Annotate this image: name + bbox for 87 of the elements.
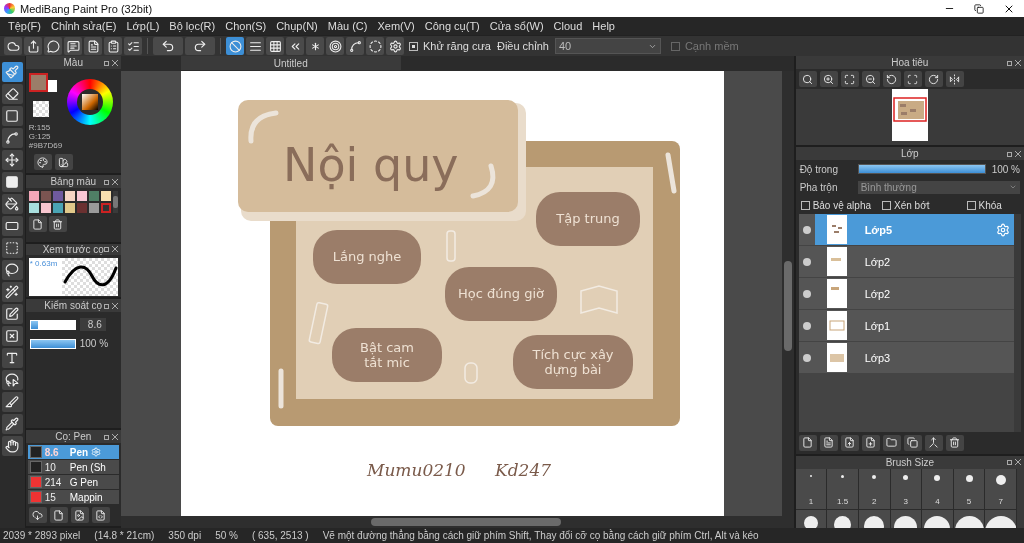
checkbox-label: Cạnh mềm (684, 40, 739, 52)
checkbox-label: Khóa (978, 199, 1002, 211)
status-text: 2039 * 2893 pixel (3, 530, 81, 541)
brush-name: Mappin (69, 491, 103, 503)
note-text: Bật cam tắt mic (359, 339, 414, 370)
brush-size-option[interactable]: 1 (795, 468, 827, 509)
status-text: ( 635, 2513 ) (251, 530, 309, 541)
menu-item[interactable]: Chụp(N) (271, 20, 323, 32)
menu-item[interactable]: Cloud (548, 20, 588, 32)
panel-title: Lớp (900, 148, 919, 160)
signature-text: Kd247 (494, 460, 551, 480)
brush-size: 214 (44, 476, 63, 488)
layer-row[interactable]: Lớp3 (798, 342, 1014, 374)
note-text: Tập trung (556, 211, 620, 226)
size-label: 4 (935, 496, 940, 506)
checkbox-label: Bảo vệ alpha (812, 199, 872, 211)
brush-name: G Pen (69, 476, 99, 488)
brush-list-item[interactable]: 214 G Pen (27, 475, 119, 490)
menu-item[interactable]: Help (587, 20, 620, 32)
panel-title: Hoa tiêu (891, 57, 929, 68)
layer-name: Lớp3 (864, 351, 892, 364)
brush-name: Pen (Sh (69, 461, 106, 473)
opacity-value: 100 % (991, 163, 1020, 175)
color-hex: #9B7D69 (28, 141, 63, 150)
menu-item[interactable]: Chỉnh sửa(E) (46, 20, 122, 32)
brush-list-item[interactable]: 10 Pen (Sh (27, 460, 119, 475)
layer-name: Lớp2 (864, 255, 892, 268)
panel-title: Cọ: Pen (55, 431, 92, 443)
opacity-value: 100 % (79, 338, 109, 350)
brush-size-option[interactable]: 3 (890, 468, 922, 509)
panel-title: Kiểm soát cọ (44, 300, 103, 312)
size-label: 1.5 (837, 496, 849, 506)
brush-size: 15 (44, 491, 57, 503)
correction-dropdown[interactable]: 40 (554, 38, 661, 54)
field-label: Pha trộn (799, 181, 839, 193)
brush-size-option[interactable]: 4 (922, 468, 953, 509)
layer-row[interactable]: Lớp2 (798, 246, 1014, 278)
brush-list-item[interactable]: 15 Mappin (27, 490, 119, 504)
checkbox-label: Khử răng cưa (423, 40, 491, 52)
brush-size: 10 (44, 461, 57, 473)
brush-size-option[interactable]: 1.5 (827, 468, 858, 509)
size-label: 2 (871, 496, 877, 506)
status-text: 350 dpi (168, 530, 202, 541)
size-label: 5 (966, 496, 972, 506)
menu-item[interactable]: Tệp(F) (3, 20, 46, 32)
layer-name: Lớp5 (864, 223, 894, 236)
field-label: Điều chỉnh (496, 40, 549, 52)
brush-size-option[interactable]: 2 (858, 468, 890, 509)
blend-mode-dropdown[interactable]: Bình thường (857, 180, 1020, 194)
layer-name: Lớp2 (864, 287, 892, 300)
field-label: Độ trong (799, 163, 839, 175)
panel-title: Bảng màu (50, 176, 97, 188)
menu-item[interactable]: Xem(V) (372, 20, 420, 32)
note-text: Tích cực xây dựng bài (532, 346, 614, 377)
brush-name: Pen (69, 446, 89, 458)
size-label: 7 (998, 496, 1003, 506)
size-label: 3 (903, 496, 909, 506)
color-value: R:155 (28, 123, 52, 132)
document-tab[interactable]: Untitled (180, 56, 401, 70)
color-value: G:125 (28, 132, 52, 141)
brush-size-value: 8.6 (79, 318, 106, 332)
signature-text: Mumu0210 (366, 460, 466, 480)
panel-title: Màu (63, 57, 83, 68)
layer-name: Lớp1 (864, 319, 892, 332)
menu-item[interactable]: Chọn(S) (220, 20, 272, 32)
menu-item[interactable]: Lớp(L) (121, 20, 165, 32)
menu-item[interactable]: Công cụ(T) (419, 20, 485, 32)
menu-item[interactable]: Màu (C) (322, 20, 373, 32)
brush-size-text: * 0.63m (28, 257, 62, 296)
note-text: Lắng nghe (332, 249, 401, 264)
panel-title: Brush Size (885, 456, 934, 468)
status-text: 50 % (215, 530, 238, 541)
layer-row[interactable]: Lớp2 (798, 278, 1014, 310)
note-text: Học đúng giờ (457, 286, 544, 301)
window-title: MediBang Paint Pro (32bit) (20, 2, 153, 15)
menu-item[interactable]: Bộ lọc(R) (164, 20, 221, 32)
brush-size-option[interactable]: 5 (953, 468, 985, 509)
layer-row[interactable]: Lớp1 (798, 310, 1014, 342)
brush-size: 8.6 (44, 446, 60, 458)
panel-title: Xem trước cọ (42, 243, 104, 255)
menu-item[interactable]: Cửa sổ(W) (484, 20, 549, 32)
status-text: (14.8 * 21cm) (94, 530, 155, 541)
status-text: Vẽ một đường thẳng bằng cách giữ phím Shift, Thay đổi cỡ cọ bằng cách giữ phím Ctrl, Alt và kéo (322, 530, 759, 541)
checkbox-label: Xén bớt (894, 199, 930, 211)
size-label: 1 (808, 496, 814, 506)
brush-size-option[interactable]: 7 (985, 468, 1016, 509)
board-title: Nội quy (282, 138, 459, 192)
